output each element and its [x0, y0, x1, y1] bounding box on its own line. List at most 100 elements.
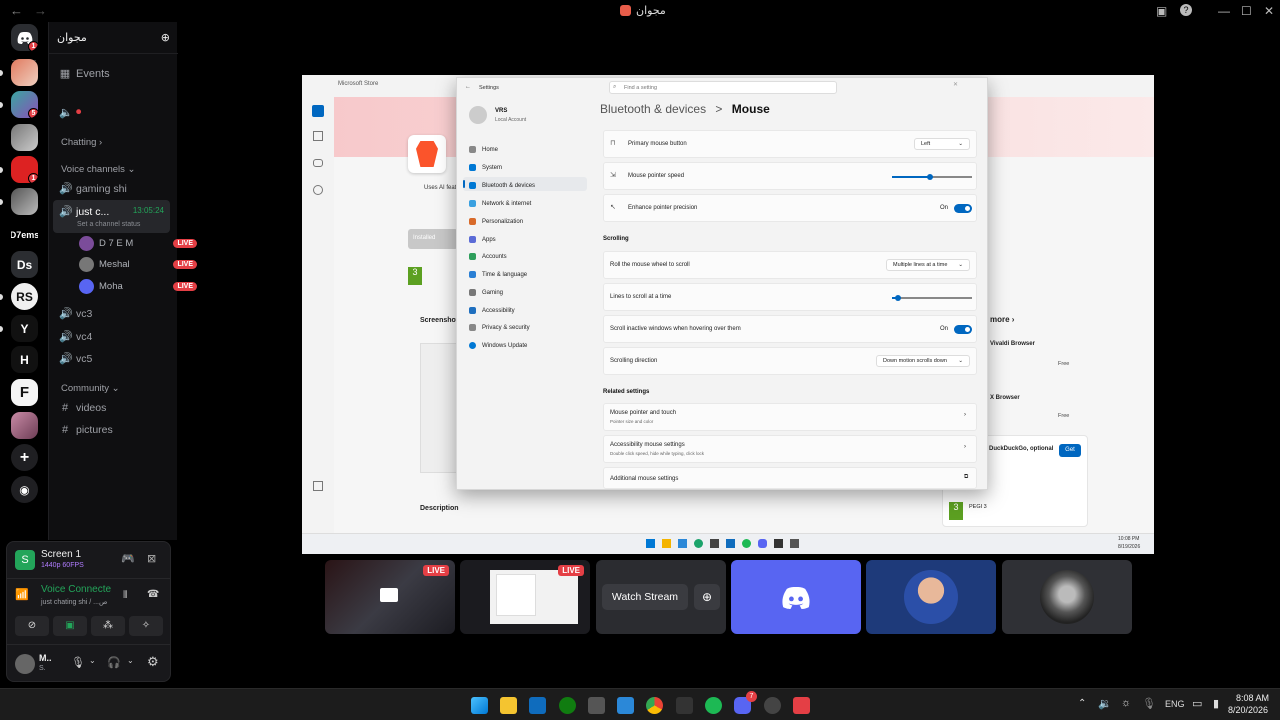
gaming-icon[interactable] [313, 159, 323, 167]
server-h[interactable]: H [11, 346, 38, 373]
back-arrow-icon[interactable]: ← [465, 84, 471, 90]
scroll-inactive-toggle[interactable] [954, 325, 972, 334]
app-icon[interactable] [764, 697, 781, 714]
voice-channel-vc3[interactable]: 🔊 vc3 [59, 307, 92, 321]
share-screen-button[interactable]: ▣ [53, 616, 87, 636]
help-icon[interactable]: ? [1180, 4, 1192, 16]
start-icon[interactable] [471, 697, 488, 714]
server-avatar-2[interactable]: 5 [11, 91, 38, 118]
nav-gaming[interactable]: Gaming [469, 289, 503, 296]
server-f[interactable]: F [11, 379, 38, 406]
stream-tile-2[interactable]: LIVE [460, 560, 590, 634]
forward-arrow-icon[interactable]: → [34, 3, 47, 18]
soundboard-button[interactable]: ✧ [129, 616, 163, 636]
themes-icon[interactable] [313, 185, 323, 195]
voice-channel-muted[interactable]: 🔈 ⏺ [59, 106, 81, 119]
nav-accounts[interactable]: Accounts [469, 253, 507, 260]
voice-user[interactable]: Moha LIVE [79, 279, 213, 294]
stream-tile-1[interactable]: LIVE [325, 560, 455, 634]
category-voice[interactable]: Voice channels ⌄ [61, 164, 136, 175]
file-explorer-icon[interactable] [500, 697, 517, 714]
back-arrow-icon[interactable]: ← [10, 3, 23, 18]
store-x-browser[interactable]: X Browser [990, 395, 1020, 401]
language-indicator[interactable]: ENG [1165, 699, 1185, 709]
text-channel-pictures[interactable]: # pictures [59, 424, 113, 436]
add-member-icon[interactable]: ⊕ [161, 31, 170, 44]
soundboard-icon[interactable]: ⦀ [123, 590, 127, 601]
nav-accessibility[interactable]: Accessibility [469, 307, 515, 314]
active-voice-channel[interactable]: 🔊 just c... 13:05:24 Set a channel status [53, 200, 170, 233]
watch-together-icon[interactable]: ⊕ [694, 584, 720, 610]
text-channel-videos[interactable]: # videos [59, 402, 106, 414]
server-avatar-4[interactable]: 1 [11, 156, 38, 183]
get-button[interactable]: Get [1059, 444, 1081, 457]
server-d7ems[interactable]: D7ems [11, 221, 38, 248]
server-rs[interactable]: RS [11, 283, 38, 310]
app-icon[interactable] [588, 697, 605, 714]
home-icon[interactable] [312, 105, 324, 117]
xbox-icon[interactable] [559, 697, 576, 714]
gamepad-icon[interactable]: 🎮 [121, 552, 135, 565]
stream-view[interactable]: Microsoft Store Uses AI feat Installed 3… [302, 75, 1154, 554]
nav-apps[interactable]: Apps [469, 236, 496, 243]
enhance-precision-toggle[interactable] [954, 204, 972, 213]
minimize-icon[interactable]: — [1218, 4, 1230, 18]
maximize-icon[interactable]: ☐ [1241, 4, 1252, 18]
disconnect-icon[interactable]: ☎ [147, 589, 159, 600]
pointer-speed-slider[interactable] [892, 174, 972, 180]
microphone-icon[interactable]: 🎙 [1142, 697, 1156, 710]
voice-channel-vc4[interactable]: 🔊 vc4 [59, 330, 92, 344]
nav-time-language[interactable]: Time & language [469, 271, 527, 278]
speaker-icon[interactable]: 🔉 [1098, 697, 1112, 710]
battery-icon[interactable]: ▮ [1213, 697, 1219, 710]
voice-user[interactable]: Meshal LIVE [79, 257, 213, 272]
participant-tile-discord[interactable] [731, 560, 861, 634]
settings-search-input[interactable]: Find a setting [609, 81, 837, 94]
nav-privacy[interactable]: Privacy & security [469, 324, 530, 331]
stop-stream-icon[interactable]: ⊠ [147, 552, 156, 565]
pointer-touch-link[interactable]: Mouse pointer and touch Pointer size and… [603, 403, 977, 431]
category-chatting[interactable]: Chatting › [61, 137, 102, 148]
voice-user[interactable]: D 7 E M LIVE [79, 236, 213, 251]
nav-bluetooth[interactable]: Bluetooth & devices [469, 182, 535, 189]
photos-icon[interactable] [617, 697, 634, 714]
participant-tile-3[interactable] [1002, 560, 1132, 634]
close-icon[interactable]: ✕ [953, 81, 958, 88]
close-icon[interactable]: ✕ [1264, 4, 1274, 18]
spotify-icon[interactable] [705, 697, 722, 714]
access-mouse-link[interactable]: Accessibility mouse settings Double clic… [603, 435, 977, 463]
voice-channel-gaming[interactable]: 🔊 gaming shi [59, 182, 127, 196]
activities-button[interactable]: ⁂ [91, 616, 125, 636]
inbox-icon[interactable]: ▣ [1156, 4, 1167, 18]
brightness-icon[interactable]: ☼ [1121, 697, 1131, 709]
server-avatar-3[interactable] [11, 124, 38, 151]
library-icon[interactable] [313, 481, 323, 491]
server-avatar-1[interactable] [11, 59, 38, 86]
events-item[interactable]: ▦ Events [59, 67, 110, 81]
chrome-icon[interactable] [646, 697, 663, 714]
channel-status[interactable]: Set a channel status [77, 221, 140, 228]
nav-network[interactable]: Network & internet [469, 200, 531, 207]
nav-home[interactable]: Home [469, 146, 498, 153]
installed-button[interactable]: Installed [408, 229, 458, 249]
avatar[interactable] [15, 654, 35, 674]
chevron-down-icon[interactable]: ⌄ [89, 656, 96, 665]
stream-tile-3[interactable]: Watch Stream ⊕ [596, 560, 726, 634]
voice-connected-label[interactable]: Voice Connecte [41, 584, 111, 595]
headphones-icon[interactable]: 🎧 [107, 656, 121, 669]
avatar[interactable] [469, 106, 487, 124]
app-icon[interactable] [793, 697, 810, 714]
camera-off-button[interactable]: ⊘ [15, 616, 49, 636]
scroll-direction-dropdown[interactable]: Down motion scrolls down ⌄ [876, 355, 970, 367]
monitor-icon[interactable]: ▭ [1192, 697, 1202, 710]
participant-tile-2[interactable] [866, 560, 996, 634]
primary-button-dropdown[interactable]: Left ⌄ [914, 138, 970, 150]
voice-channel-name[interactable]: just chating shi / ...ص [41, 598, 107, 606]
nav-personalization[interactable]: Personalization [469, 218, 523, 225]
server-ds[interactable]: Ds [11, 251, 38, 278]
settings-gear-icon[interactable]: ⚙ [147, 654, 159, 670]
voice-channel-vc5[interactable]: 🔊 vc5 [59, 352, 92, 366]
store-vivaldi[interactable]: Vivaldi Browser [990, 341, 1035, 347]
store-more-link[interactable]: more › [990, 315, 1014, 324]
clock-date[interactable]: 8/20/2026 [1228, 705, 1268, 715]
